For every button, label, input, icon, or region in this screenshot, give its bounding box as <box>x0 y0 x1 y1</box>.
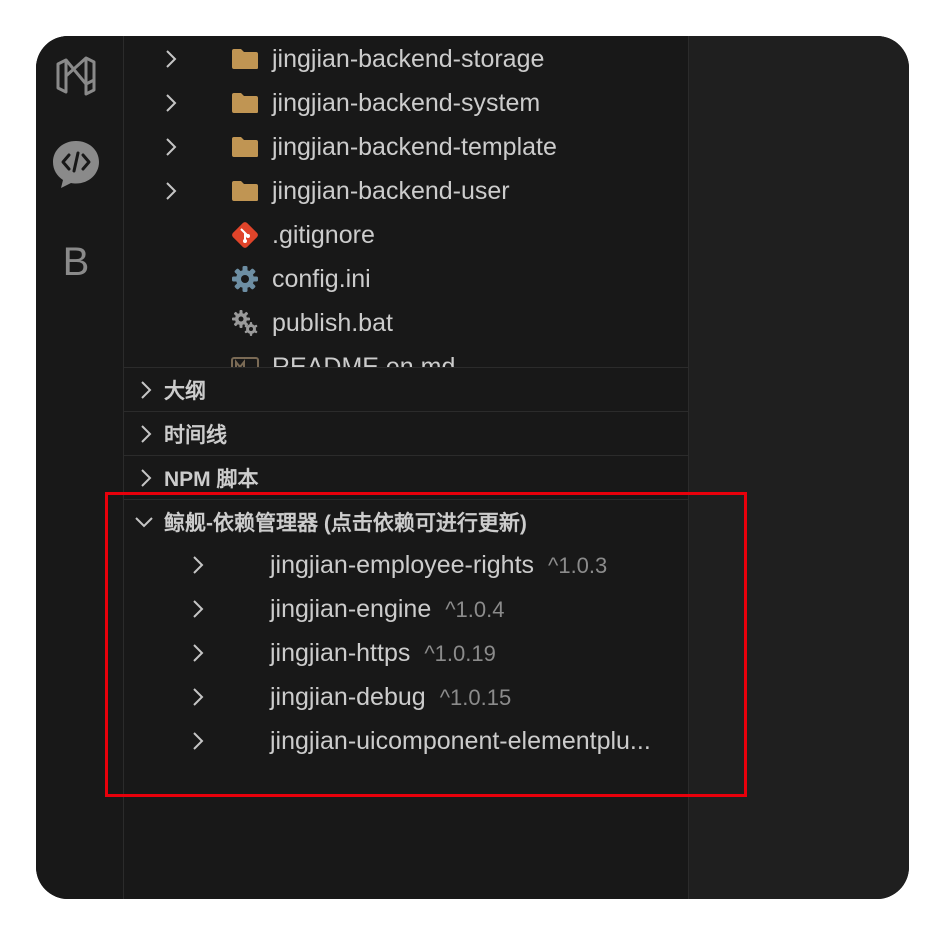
chevron-right-icon <box>188 687 208 707</box>
dependency-version: ^1.0.19 <box>424 640 496 666</box>
dependency-label: jingjian-uicomponent-elementplu... <box>270 727 651 756</box>
folder-icon <box>230 88 260 118</box>
section-title: 时间线 <box>164 423 227 447</box>
chevron-right-icon <box>136 424 156 444</box>
tree-item-folder[interactable]: jingjian-backend-system <box>124 81 688 125</box>
tree-item-label: jingjian-backend-storage <box>272 44 545 73</box>
dependency-label: jingjian-engine ^1.0.4 <box>270 595 505 624</box>
chevron-right-icon <box>136 380 156 400</box>
visual-studio-icon[interactable] <box>50 50 102 102</box>
chevron-right-icon <box>161 137 181 157</box>
dependency-label: jingjian-debug ^1.0.15 <box>270 683 511 712</box>
b-letter-icon[interactable]: B <box>50 236 102 288</box>
tree-item-label: .gitignore <box>272 220 375 249</box>
tree-item-label: jingjian-backend-system <box>272 88 541 117</box>
dependency-name: jingjian-employee-rights <box>270 550 535 579</box>
tree-item-label: jingjian-backend-user <box>272 176 510 205</box>
chevron-right-icon <box>188 555 208 575</box>
editor-area <box>689 36 909 899</box>
chevron-right-icon <box>161 181 181 201</box>
dependency-label: jingjian-https ^1.0.19 <box>270 639 496 668</box>
section-title: 大纲 <box>164 379 206 403</box>
gear-icon <box>230 264 260 294</box>
tree-item-folder[interactable]: jingjian-backend-template <box>124 125 688 169</box>
git-icon <box>230 220 260 250</box>
tree-item-label: README.en.md <box>272 352 456 368</box>
timeline-section-header[interactable]: 时间线 <box>124 411 688 455</box>
tree-item-label: publish.bat <box>272 308 393 337</box>
sidebar: jingjian-backend-storage jingjian-backen… <box>124 36 689 899</box>
section-title: NPM 脚本 <box>164 467 259 491</box>
dependency-name: jingjian-debug <box>270 682 426 711</box>
explorer-tree: jingjian-backend-storage jingjian-backen… <box>124 36 688 367</box>
tree-item-label: config.ini <box>272 264 371 293</box>
tree-item-label: jingjian-backend-template <box>272 132 557 161</box>
dependency-name: jingjian-https <box>270 638 411 667</box>
dependency-name: jingjian-engine <box>270 594 432 623</box>
npm-scripts-section-header[interactable]: NPM 脚本 <box>124 455 688 499</box>
folder-icon <box>230 176 260 206</box>
tree-item-file[interactable]: publish.bat <box>124 301 688 345</box>
tree-item-folder[interactable]: jingjian-backend-storage <box>124 37 688 81</box>
folder-icon <box>230 132 260 162</box>
markdown-icon <box>230 352 260 367</box>
dependency-version: ^1.0.4 <box>445 596 505 622</box>
vscode-window: B jingjian-backend-storage jingjian-back… <box>36 36 909 899</box>
tree-item-folder[interactable]: jingjian-backend-user <box>124 169 688 213</box>
chevron-down-icon <box>134 512 154 532</box>
dependency-item[interactable]: jingjian-uicomponent-elementplu... <box>124 719 688 763</box>
chevron-right-icon <box>161 93 181 113</box>
code-chat-icon[interactable] <box>50 138 102 190</box>
outline-section-header[interactable]: 大纲 <box>124 367 688 411</box>
chevron-right-icon <box>188 731 208 751</box>
activity-bar: B <box>36 36 124 899</box>
dependency-name: jingjian-uicomponent-elementplu... <box>270 726 651 755</box>
chevron-right-icon <box>188 599 208 619</box>
dependency-item[interactable]: jingjian-employee-rights ^1.0.3 <box>124 543 688 587</box>
chevron-right-icon <box>188 643 208 663</box>
dependency-item[interactable]: jingjian-https ^1.0.19 <box>124 631 688 675</box>
section-title: 鲸舰-依赖管理器 (点击依赖可进行更新) <box>164 511 527 535</box>
chevron-right-icon <box>136 468 156 488</box>
tree-item-file[interactable]: config.ini <box>124 257 688 301</box>
folder-icon <box>230 44 260 74</box>
chevron-right-icon <box>161 49 181 69</box>
tree-item-file[interactable]: README.en.md <box>124 345 688 367</box>
tree-item-file[interactable]: .gitignore <box>124 213 688 257</box>
gears-icon <box>230 308 260 338</box>
dependency-item[interactable]: jingjian-debug ^1.0.15 <box>124 675 688 719</box>
dependency-version: ^1.0.15 <box>439 684 512 710</box>
dependency-version: ^1.0.3 <box>548 552 608 578</box>
dependency-item[interactable]: jingjian-engine ^1.0.4 <box>124 587 688 631</box>
dependency-manager-section-header[interactable]: 鲸舰-依赖管理器 (点击依赖可进行更新) <box>124 499 688 543</box>
dependency-label: jingjian-employee-rights ^1.0.3 <box>270 551 607 580</box>
